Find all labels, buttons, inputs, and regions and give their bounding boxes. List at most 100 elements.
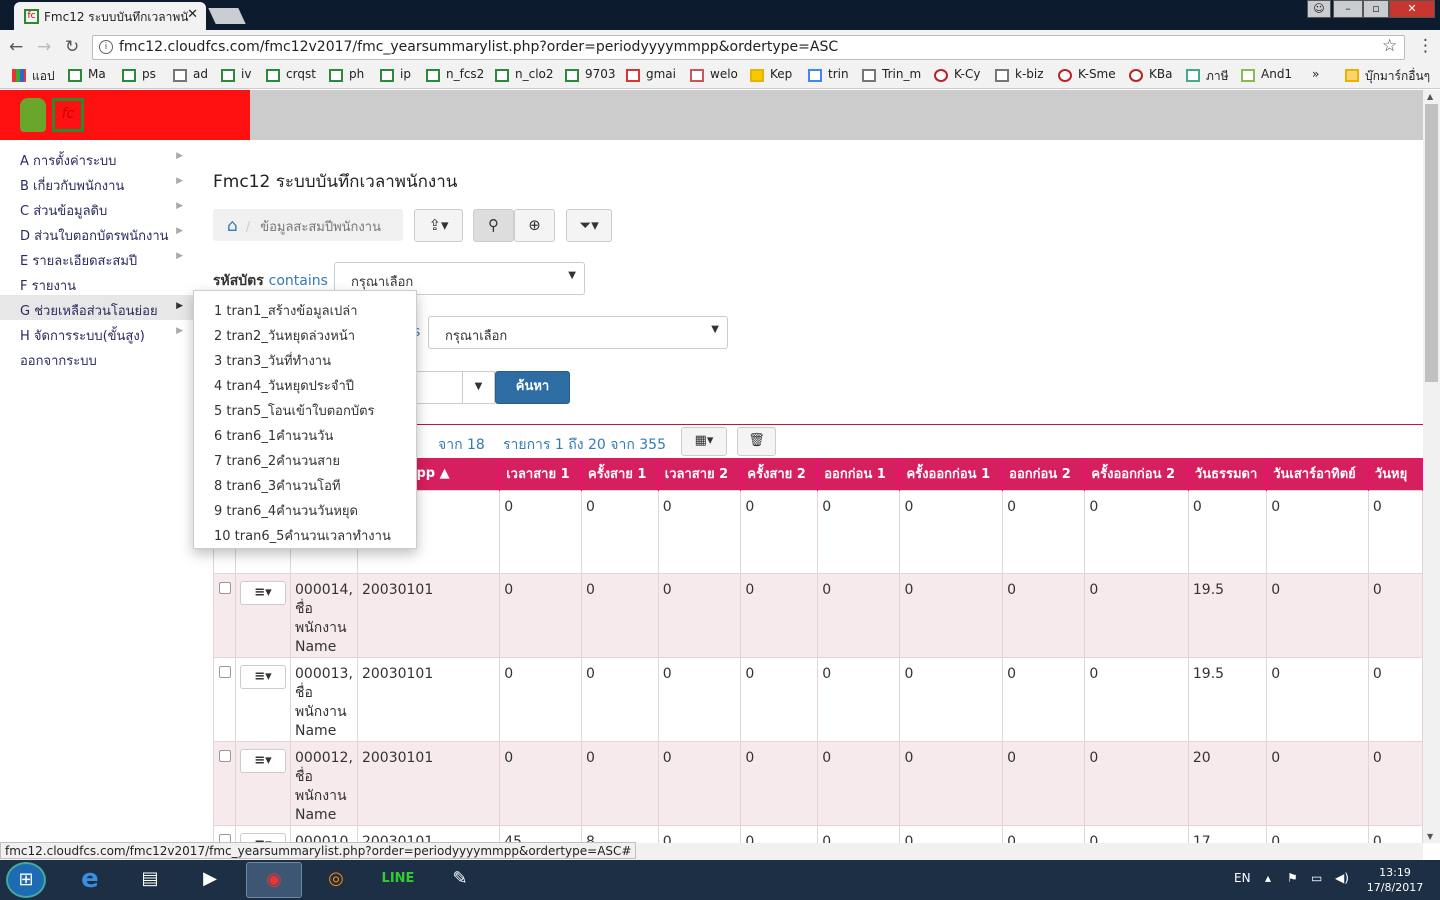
bookmark-item[interactable]: Trin_m — [862, 67, 921, 82]
close-window-button[interactable]: ✕ — [1389, 0, 1435, 18]
line-icon[interactable]: LINE — [370, 862, 426, 898]
menu-item[interactable]: 10 tran6_5คำนวนเวลาทำงาน — [194, 521, 416, 546]
column-header[interactable]: วันหยุ — [1368, 458, 1423, 490]
bookmark-item[interactable]: trin — [808, 67, 849, 82]
menu-item[interactable]: 7 tran6_2คำนวนสาย — [194, 446, 416, 471]
ie-icon[interactable]: e — [62, 862, 118, 898]
paint-icon[interactable]: ✎ — [432, 862, 488, 898]
close-tab-icon[interactable]: ✕ — [187, 7, 198, 22]
bookmark-item[interactable]: n_fcs2 — [426, 67, 484, 82]
more-bookmarks-button[interactable]: » — [1296, 67, 1319, 81]
sidebar-item-reports[interactable]: F รายงาน — [0, 270, 193, 295]
row-actions-button[interactable]: ≡▾ — [240, 664, 286, 689]
bookmark-item[interactable]: n_clo2 — [495, 67, 554, 82]
reload-icon[interactable]: ↻ — [65, 37, 79, 57]
minimize-button[interactable]: – — [1333, 0, 1363, 18]
firefox-icon[interactable]: ◎ — [308, 862, 364, 898]
network-icon[interactable]: ▭ — [1311, 871, 1322, 885]
forward-icon[interactable]: → — [37, 37, 51, 57]
columns-button[interactable]: ▦▾ — [681, 427, 727, 456]
scroll-up-icon[interactable]: ▲ — [1427, 92, 1433, 101]
bookmark-star-icon[interactable]: ☆ — [1382, 36, 1397, 56]
start-button[interactable]: ⊞ — [6, 862, 46, 898]
bookmark-item[interactable]: 9703 — [565, 67, 616, 82]
bookmark-item[interactable]: Kep — [750, 67, 792, 82]
bookmark-item[interactable]: iv — [221, 67, 251, 82]
column-header[interactable]: ออกก่อน 1 — [817, 458, 901, 490]
row-actions-button[interactable]: ≡▾ — [240, 580, 286, 605]
search-options-dropdown[interactable]: ▼ — [462, 371, 495, 404]
menu-item[interactable]: 4 tran4_วันหยุดประจำปี — [194, 371, 416, 396]
sidebar-item-timecards[interactable]: D ส่วนใบตอกบัตรพนักงาน ▶ — [0, 220, 193, 245]
browser-tab[interactable]: fc Fmc12 ระบบบันทึกเวลาพนั ✕ — [14, 2, 206, 30]
menu-item[interactable]: 6 tran6_1คำนวนวัน — [194, 421, 416, 446]
menu-icon[interactable]: ⋮ — [1417, 36, 1434, 56]
bookmark-item[interactable]: gmai — [626, 67, 676, 82]
column-header[interactable]: เวลาสาย 1 — [499, 458, 582, 490]
menu-item[interactable]: 5 tran5_โอนเข้าใบตอกบัตร — [194, 396, 416, 421]
row-checkbox[interactable] — [219, 581, 231, 594]
row-checkbox[interactable] — [219, 665, 231, 678]
filter2-value-select[interactable]: กรุณาเลือก ▼ — [428, 316, 728, 349]
search-toggle-button[interactable]: ⚲ — [473, 209, 514, 242]
row-actions-button[interactable]: ≡▾ — [240, 748, 286, 773]
bookmark-item[interactable]: แอป — [12, 67, 55, 86]
bookmark-item[interactable]: Ma — [68, 67, 106, 82]
bookmark-item[interactable]: ภาษี — [1186, 67, 1229, 86]
scroll-thumb[interactable] — [1425, 104, 1438, 382]
vertical-scrollbar[interactable]: ▲ ▼ — [1423, 90, 1440, 843]
sidebar-item-logout[interactable]: ออกจากระบบ — [0, 345, 193, 370]
chrome-icon[interactable]: ◉ — [246, 862, 302, 898]
column-header[interactable]: วันธรรมดา — [1188, 458, 1268, 490]
sidebar-item-settings[interactable]: A การตั้งค่าระบบ ▶ — [0, 145, 193, 170]
maximize-button[interactable]: ▫ — [1363, 0, 1389, 18]
column-header[interactable]: ครั้งสาย 2 — [740, 458, 819, 490]
language-indicator[interactable]: EN — [1234, 871, 1251, 885]
row-checkbox[interactable] — [219, 749, 231, 762]
column-header[interactable]: ครั้งสาย 1 — [581, 458, 659, 490]
new-tab-button[interactable] — [208, 8, 246, 24]
column-header[interactable]: ครั้งออกก่อน 1 — [899, 458, 1004, 490]
other-bookmarks-folder[interactable]: บุ๊กมาร์กอื่นๆ — [1345, 67, 1430, 86]
column-header[interactable]: ครั้งออกก่อน 2 — [1084, 458, 1189, 490]
bookmark-item[interactable]: K-Cy — [934, 67, 980, 82]
system-clock[interactable]: 13:19 17/8/2017 — [1360, 865, 1430, 895]
sidebar-item-transfer[interactable]: G ช่วยเหลือส่วนโอนย่อย ▶ — [0, 295, 193, 320]
bookmark-item[interactable]: K-Sme — [1058, 67, 1116, 82]
media-player-icon[interactable]: ▶ — [182, 862, 238, 898]
user-icon[interactable]: ☺ — [1307, 0, 1331, 18]
bookmark-item[interactable]: welo — [690, 67, 738, 82]
explorer-icon[interactable]: ▤ — [122, 862, 178, 898]
bookmark-item[interactable]: ps — [122, 67, 156, 82]
column-header[interactable]: ออกก่อน 2 — [1002, 458, 1086, 490]
menu-item[interactable]: 9 tran6_4คำนวนวันหยุด — [194, 496, 416, 521]
delete-button[interactable]: 🗑 — [737, 427, 776, 456]
export-button[interactable]: ⇪▾ — [414, 209, 463, 242]
bookmark-item[interactable]: ph — [329, 67, 364, 82]
sidebar-item-yearly[interactable]: E รายละเอียดสะสมปี ▶ — [0, 245, 193, 270]
show-hidden-icons-icon[interactable]: ▴ — [1265, 871, 1271, 885]
bookmark-item[interactable]: k-biz — [995, 67, 1044, 82]
advanced-search-button[interactable]: ⊕ — [514, 209, 555, 242]
menu-item[interactable]: 8 tran6_3คำนวนโอที — [194, 471, 416, 496]
search-button[interactable]: ค้นหา — [495, 371, 570, 404]
column-header[interactable]: เวลาสาย 2 — [658, 458, 742, 490]
sidebar-item-admin[interactable]: H จัดการระบบ(ขั้นสูง) ▶ — [0, 320, 193, 345]
url-input[interactable]: i fmc12.cloudfcs.com/fmc12v2017/fmc_year… — [92, 35, 1405, 60]
volume-icon[interactable]: ◀) — [1335, 871, 1349, 885]
bookmark-item[interactable]: And1 — [1241, 67, 1292, 82]
menu-item[interactable]: 3 tran3_วันที่ทำงาน — [194, 346, 416, 371]
sidebar-item-employee[interactable]: B เกี่ยวกับพนักงาน ▶ — [0, 170, 193, 195]
menu-item[interactable]: 2 tran2_วันหยุดล่วงหน้า — [194, 321, 416, 346]
back-icon[interactable]: ← — [9, 37, 23, 57]
scroll-down-icon[interactable]: ▼ — [1427, 832, 1433, 841]
sidebar-item-rawdata[interactable]: C ส่วนข้อมูลดิบ ▶ — [0, 195, 193, 220]
bookmark-item[interactable]: crqst — [266, 67, 316, 82]
bookmark-item[interactable]: ad — [173, 67, 208, 82]
filter-button[interactable]: ⏷▾ — [566, 209, 612, 242]
info-icon[interactable]: i — [99, 40, 113, 54]
bookmark-item[interactable]: ip — [380, 67, 411, 82]
home-icon[interactable]: ⌂ — [227, 216, 238, 236]
action-center-icon[interactable]: ⚑ — [1287, 871, 1298, 885]
column-header[interactable]: วันเสาร์อาทิตย์ — [1266, 458, 1369, 490]
